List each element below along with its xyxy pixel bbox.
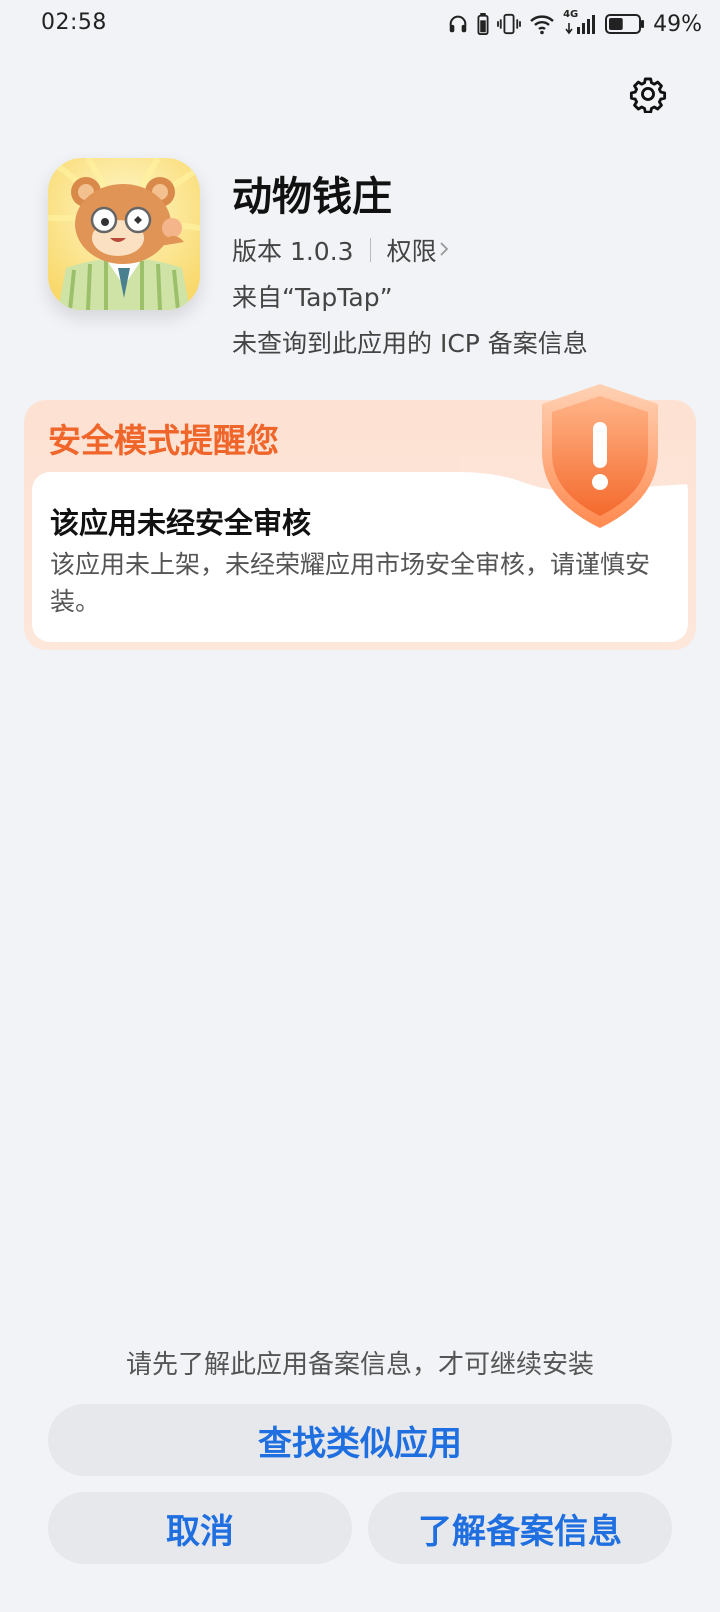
wifi-icon [529, 13, 555, 35]
meta-divider [369, 238, 371, 262]
battery-small-icon [477, 13, 489, 35]
install-hint: 请先了解此应用备案信息，才可继续安装 [125, 1350, 594, 1380]
warning-body: 该应用未上架，未经荣耀应用市场安全审核，请谨慎安装。 [50, 550, 651, 616]
app-source: 来自“TapTap” [232, 283, 393, 312]
status-bar: 02:58 4G 49% [0, 0, 720, 48]
cancel-button[interactable]: 取消 [48, 1492, 352, 1564]
warning-title: 安全模式提醒您 [48, 421, 279, 460]
permissions-label: 权限 [386, 237, 437, 266]
learn-record-info-button[interactable]: 了解备案信息 [368, 1492, 672, 1564]
vibrate-icon [497, 13, 522, 35]
app-name: 动物钱庄 [232, 174, 392, 220]
icp-notice: 未查询到此应用的 ICP 备案信息 [232, 329, 588, 358]
warning-shield-icon [530, 382, 670, 532]
permissions-link[interactable]: 权限 [387, 232, 451, 268]
gear-icon [629, 75, 667, 117]
warning-headline: 该应用未经安全审核 [50, 506, 312, 540]
battery-icon [605, 13, 645, 35]
status-icons: 4G 49% [447, 9, 702, 38]
app-version: 版本 1.0.3 [232, 237, 354, 266]
battery-percent: 49% [653, 11, 702, 37]
find-similar-apps-button[interactable]: 查找类似应用 [48, 1404, 672, 1476]
signal-icon: 4G [563, 9, 597, 35]
status-time: 02:58 [41, 10, 107, 35]
settings-button[interactable] [626, 74, 670, 118]
app-icon [48, 158, 200, 310]
app-meta-row: 版本 1.0.3 权限 [232, 232, 451, 268]
headphones-icon [447, 13, 469, 35]
chevron-right-icon [437, 236, 451, 265]
